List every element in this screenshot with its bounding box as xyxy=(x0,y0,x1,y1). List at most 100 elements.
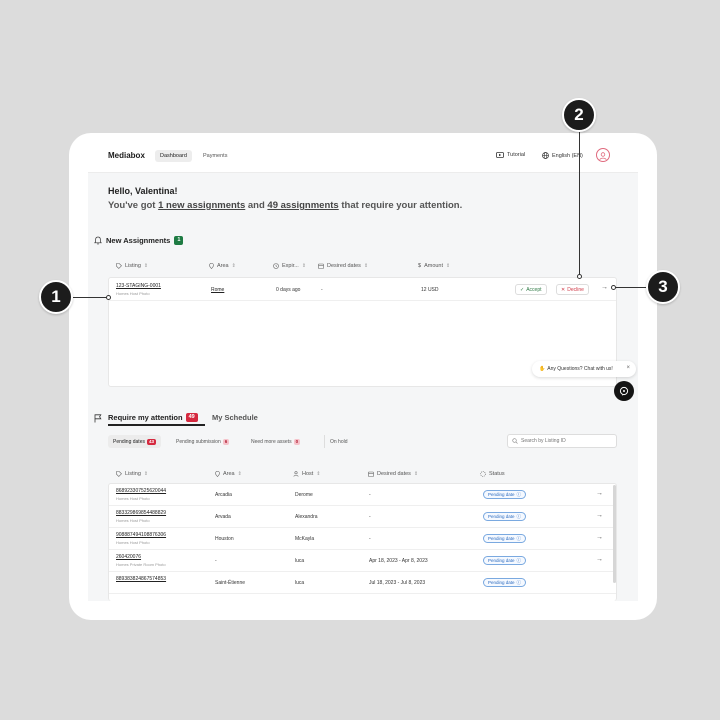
status-label: Pending date xyxy=(488,558,515,563)
arrow-right-icon[interactable]: → xyxy=(596,512,603,519)
filter-label: Pending dates xyxy=(113,438,145,445)
attention-count: 49 xyxy=(185,413,198,422)
info-icon[interactable]: ⓘ xyxy=(517,580,522,586)
col-amount[interactable]: $ Amount ⇕ xyxy=(418,263,450,269)
attention-assignments-link[interactable]: 49 assignments xyxy=(267,200,338,211)
area-value[interactable]: Rome xyxy=(211,287,224,293)
listing-id[interactable]: 908887494108876306 xyxy=(116,532,166,538)
listing-type: Homes Host Photo xyxy=(116,496,150,501)
new-assignments-title: New Assignments xyxy=(106,236,171,245)
tab-payments[interactable]: Payments xyxy=(198,150,232,162)
status-badge: Pending date ⓘ xyxy=(483,556,527,565)
table-row[interactable]: 260420076 Homes Private Room Photo - luc… xyxy=(109,550,616,572)
language-selector[interactable]: English (EN) xyxy=(542,152,583,159)
dates-value: - xyxy=(321,287,323,293)
col-desired-dates[interactable]: Desired dates ⇕ xyxy=(318,263,368,269)
arrow-right-icon[interactable]: → xyxy=(596,534,603,541)
user-icon xyxy=(599,152,607,161)
top-nav: Mediabox Dashboard Payments Tutorial Eng… xyxy=(88,137,638,173)
col-status[interactable]: Status xyxy=(480,471,505,477)
decline-button[interactable]: ✕ Decline xyxy=(556,284,589,295)
tutorial-link[interactable]: Tutorial xyxy=(496,152,525,158)
listing-id[interactable]: 260420076 xyxy=(116,554,141,560)
tab-require-attention-label: Require my attention xyxy=(108,413,183,422)
table-row[interactable]: 883329869854488829 Homes Host Photo Arva… xyxy=(109,506,616,528)
filter-label: Pending submission xyxy=(176,438,221,445)
accept-button[interactable]: ✓ Accept xyxy=(515,284,547,295)
brand-logo[interactable]: Mediabox xyxy=(108,151,145,160)
col-area-label: Area xyxy=(223,471,235,477)
dates-value: - xyxy=(369,492,371,498)
dates-value: - xyxy=(369,514,371,520)
greeting-suffix: that require your attention. xyxy=(338,200,463,211)
status-badge: Pending date ⓘ xyxy=(483,534,527,543)
area-value: - xyxy=(215,558,217,564)
sort-icon: ⇕ xyxy=(143,263,149,269)
table-row[interactable]: 123-STAGING-0001 Homes Host Photo Rome 0… xyxy=(109,278,616,301)
col-desired-dates[interactable]: Desired dates ⇕ xyxy=(368,471,418,477)
col-host[interactable]: Host ⇕ xyxy=(293,471,321,477)
filter-pending-dates[interactable]: Pending dates 43 xyxy=(108,435,161,448)
host-value: Alexandra xyxy=(295,514,318,520)
filter-need-more-assets[interactable]: Need more assets 0 xyxy=(246,435,305,448)
arrow-right-icon[interactable]: → xyxy=(601,284,608,291)
info-icon[interactable]: ⓘ xyxy=(517,558,522,564)
col-area-label: Area xyxy=(217,263,229,269)
search-input[interactable] xyxy=(521,438,611,444)
info-icon[interactable]: ⓘ xyxy=(517,536,522,542)
play-icon xyxy=(496,152,504,158)
dates-value: - xyxy=(369,536,371,542)
sort-icon: ⇕ xyxy=(301,263,307,269)
amount-value: 12 USD xyxy=(421,287,439,293)
arrow-right-icon[interactable]: → xyxy=(596,556,603,563)
chat-prompt[interactable]: ✋ Any Questions? Chat with us! × xyxy=(532,361,636,377)
info-icon[interactable]: ⓘ xyxy=(517,492,522,498)
wave-icon: ✋ xyxy=(539,366,546,372)
col-area[interactable]: Area ⇕ xyxy=(209,263,236,269)
table-row[interactable]: 868923307525620044 Homes Host Photo Arca… xyxy=(109,484,616,506)
tab-require-attention[interactable]: Require my attention 49 xyxy=(108,413,198,422)
new-assignments-link[interactable]: 1 new assignments xyxy=(158,200,245,211)
info-icon[interactable]: ⓘ xyxy=(517,514,522,520)
avatar[interactable] xyxy=(596,148,610,162)
tag-icon xyxy=(116,263,122,269)
tag-icon xyxy=(116,471,122,477)
col-host-label: Host xyxy=(302,471,314,477)
callout-2-anchor xyxy=(577,274,582,279)
search-field[interactable] xyxy=(507,434,617,448)
host-value: McKayla xyxy=(295,536,315,542)
table-row[interactable]: 889383824867574853 Saint-Étienne luca Ju… xyxy=(109,572,616,594)
listing-id[interactable]: 883329869854488829 xyxy=(116,510,166,516)
sort-icon: ⇕ xyxy=(143,471,149,477)
table-scrollbar[interactable] xyxy=(613,485,616,583)
greeting-prefix: You've got xyxy=(108,200,159,211)
tablet-frame: Mediabox Dashboard Payments Tutorial Eng… xyxy=(69,133,657,620)
callout-1-leader xyxy=(73,297,110,298)
col-area[interactable]: Area ⇕ xyxy=(215,471,242,477)
tab-my-schedule[interactable]: My Schedule xyxy=(212,413,258,422)
listing-id[interactable]: 123-STAGING-0001 xyxy=(116,283,161,289)
tab-dashboard[interactable]: Dashboard xyxy=(155,150,192,162)
flag-icon xyxy=(94,414,102,423)
table-row[interactable]: 908887494108876306 Homes Host Photo Hous… xyxy=(109,528,616,550)
filter-on-hold[interactable]: On hold xyxy=(324,435,353,448)
area-value: Arvada xyxy=(215,514,231,520)
close-icon[interactable]: × xyxy=(626,365,630,371)
col-expires-label: Expir... xyxy=(282,263,299,269)
chat-button[interactable] xyxy=(614,381,634,401)
arrow-right-icon[interactable]: → xyxy=(596,490,603,497)
col-listing[interactable]: Listing ⇕ xyxy=(116,263,148,269)
listing-id[interactable]: 889383824867574853 xyxy=(116,576,166,582)
col-listing[interactable]: Listing ⇕ xyxy=(116,471,148,477)
listing-type: Homes Host Photo xyxy=(116,540,150,545)
host-value: Derome xyxy=(295,492,313,498)
chat-prompt-text: Any Questions? Chat with us! xyxy=(547,366,613,372)
greeting-title: Hello, Valentina! xyxy=(108,186,178,196)
host-value: luca xyxy=(295,580,305,586)
pin-icon xyxy=(215,471,220,477)
listing-type: Homes Private Room Photo xyxy=(116,562,166,567)
filter-pending-submission[interactable]: Pending submission 6 xyxy=(171,435,234,448)
col-desired-dates-label: Desired dates xyxy=(327,263,361,269)
col-expires[interactable]: Expir... ⇕ xyxy=(273,263,306,269)
listing-id[interactable]: 868923307525620044 xyxy=(116,488,166,494)
